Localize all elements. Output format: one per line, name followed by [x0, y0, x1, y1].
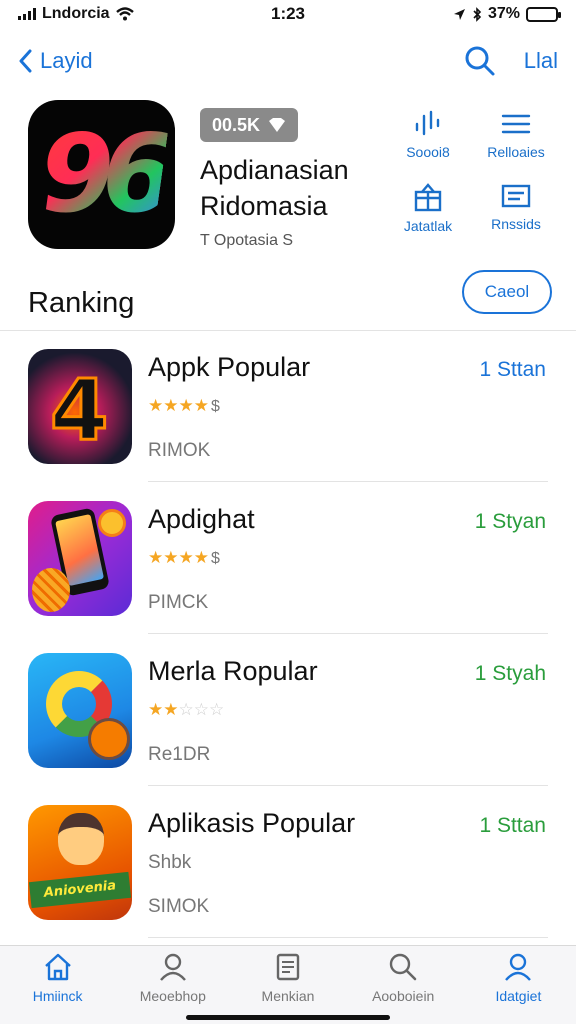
carrier-label: Lndorcia — [42, 5, 110, 22]
tab-label: Aooboiein — [372, 988, 435, 1004]
featured-app-subtitle: T Opotasia S — [200, 232, 294, 249]
app-size: PIMCK — [148, 592, 209, 613]
empty-star-icon: ☆☆☆ — [178, 700, 225, 719]
tab-menkian[interactable]: Menkian — [230, 946, 345, 1024]
price-symbol: $ — [210, 550, 220, 567]
tab-label: Idatgiet — [495, 988, 542, 1004]
app-icon — [28, 653, 132, 768]
app-rating: ★★☆☆☆ — [148, 700, 224, 720]
diamond-icon — [269, 118, 286, 132]
app-name: Aplikasis Popular — [148, 808, 356, 838]
app-name: Appk Popular — [148, 352, 311, 382]
navigation-bar: Layid Llal — [0, 36, 576, 86]
tab-bar: Hmiinck Meoebhop Menkian Aooboiein Idatg… — [0, 945, 576, 1024]
action-label: Jatatlak — [403, 218, 453, 234]
signal-bars-icon — [415, 110, 440, 136]
action-soooi8[interactable]: Soooi8 — [384, 110, 472, 160]
cellular-signal-icon — [18, 8, 36, 20]
search-icon — [390, 953, 417, 981]
document-icon — [276, 953, 300, 981]
get-button[interactable]: 1 Sttan — [479, 358, 546, 382]
account-icon — [505, 953, 532, 981]
action-label: Rnssids — [491, 216, 541, 232]
back-label: Layid — [40, 48, 93, 73]
tab-home[interactable]: Hmiinck — [0, 946, 115, 1024]
action-jatatlak[interactable]: Jatatlak — [384, 182, 472, 234]
tab-account[interactable]: Idatgiet — [461, 946, 576, 1024]
list-item[interactable]: Apdighat ★★★★ $ PIMCK 1 Styan — [0, 482, 576, 634]
app-logo-text: 96 — [31, 112, 172, 237]
app-size: SIMOK — [148, 896, 210, 917]
app-rating: ★★★★ $ — [148, 548, 220, 568]
featured-app-title: Apdianasian Ridomasia — [200, 155, 349, 221]
action-relloaies[interactable]: Relloaies — [472, 110, 560, 160]
app-icon: 4 — [28, 349, 132, 464]
nav-right-button[interactable]: Llal — [524, 48, 558, 74]
app-rating: ★★★★ $ — [148, 396, 220, 416]
price-label: 00.5K — [212, 114, 261, 135]
quick-actions: Soooi8 Relloaies Jatatlak Rnssids — [384, 110, 560, 234]
app-icon: Aniovenia — [28, 805, 132, 920]
app-name: Apdighat — [148, 504, 255, 534]
battery-icon — [526, 6, 561, 22]
app-size: Re1DR — [148, 744, 211, 765]
wifi-icon — [115, 7, 134, 21]
get-button[interactable]: 1 Styah — [475, 662, 546, 686]
tab-label: Menkian — [261, 988, 315, 1004]
ranking-title: Ranking — [28, 287, 135, 319]
featured-app-icon[interactable]: 96 — [28, 100, 175, 249]
tab-search[interactable]: Aooboiein — [346, 946, 461, 1024]
price-symbol: $ — [210, 398, 220, 415]
get-button[interactable]: 1 Styan — [475, 510, 546, 534]
chevron-left-icon — [19, 49, 32, 73]
ranking-list: 4 Appk Popular ★★★★ $ RIMOK 1 Sttan Apdig… — [0, 330, 576, 968]
get-button[interactable]: 1 Sttan — [479, 814, 546, 838]
list-item[interactable]: Aniovenia Aplikasis Popular Shbk SIMOK 1… — [0, 786, 576, 938]
star-rating-icon: ★★★★ — [148, 548, 209, 567]
list-item[interactable]: Merla Ropular ★★☆☆☆ Re1DR 1 Styah — [0, 634, 576, 786]
tab-label: Meoebhop — [139, 988, 206, 1004]
price-badge[interactable]: 00.5K — [200, 108, 299, 142]
menu-lines-icon — [501, 114, 531, 134]
home-indicator — [186, 1015, 390, 1020]
action-label: Relloaies — [487, 144, 545, 160]
bluetooth-icon — [473, 6, 482, 22]
rating-text: Shbk — [148, 852, 192, 873]
ranking-action-button[interactable]: Caeol — [462, 270, 552, 314]
battery-percent: 37% — [487, 5, 520, 22]
star-rating-icon: ★★ — [148, 700, 179, 719]
app-rating: Shbk — [148, 852, 191, 874]
person-icon — [159, 953, 186, 981]
search-icon[interactable] — [464, 45, 496, 77]
action-rnssids[interactable]: Rnssids — [472, 182, 560, 234]
list-card-icon — [501, 184, 531, 208]
app-icon — [28, 501, 132, 616]
back-button[interactable]: Layid — [18, 48, 93, 74]
app-size: RIMOK — [148, 440, 211, 461]
gift-box-icon — [414, 183, 442, 212]
action-label: Soooi8 — [406, 144, 450, 160]
status-bar: Lndorcia 1:23 37% — [0, 0, 576, 28]
list-item[interactable]: 4 Appk Popular ★★★★ $ RIMOK 1 Sttan — [0, 330, 576, 482]
status-time: 1:23 — [270, 4, 306, 23]
app-name: Merla Ropular — [148, 656, 318, 686]
home-icon — [44, 953, 71, 981]
tab-meoebhop[interactable]: Meoebhop — [115, 946, 230, 1024]
star-rating-icon: ★★★★ — [148, 396, 209, 415]
tab-label: Hmiinck — [32, 988, 83, 1004]
location-arrow-icon — [453, 8, 465, 20]
app-icon-banner: Aniovenia — [28, 871, 132, 909]
